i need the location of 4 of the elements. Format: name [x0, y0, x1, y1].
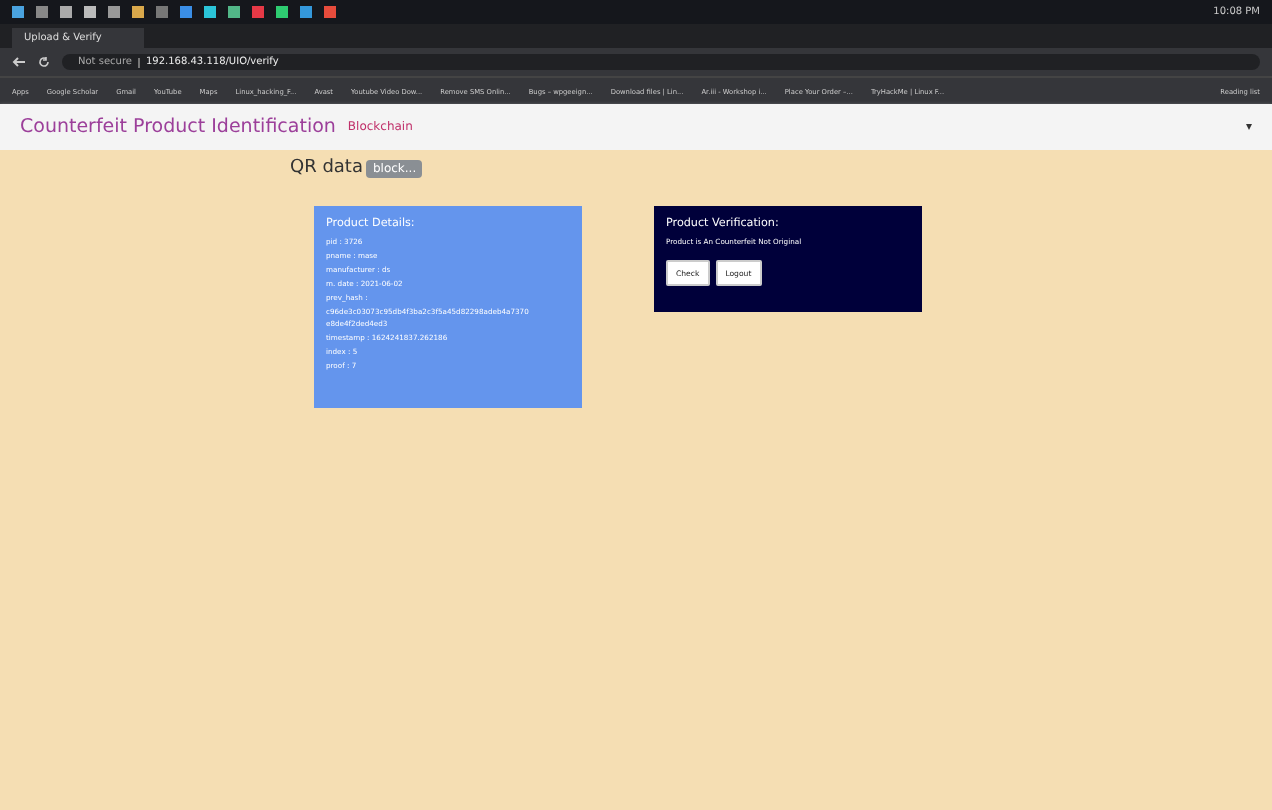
- reload-icon[interactable]: [38, 56, 50, 68]
- qr-label: QR data: [290, 158, 363, 178]
- brand-title[interactable]: Counterfeit Product Identification: [20, 116, 336, 138]
- back-icon[interactable]: [12, 56, 26, 68]
